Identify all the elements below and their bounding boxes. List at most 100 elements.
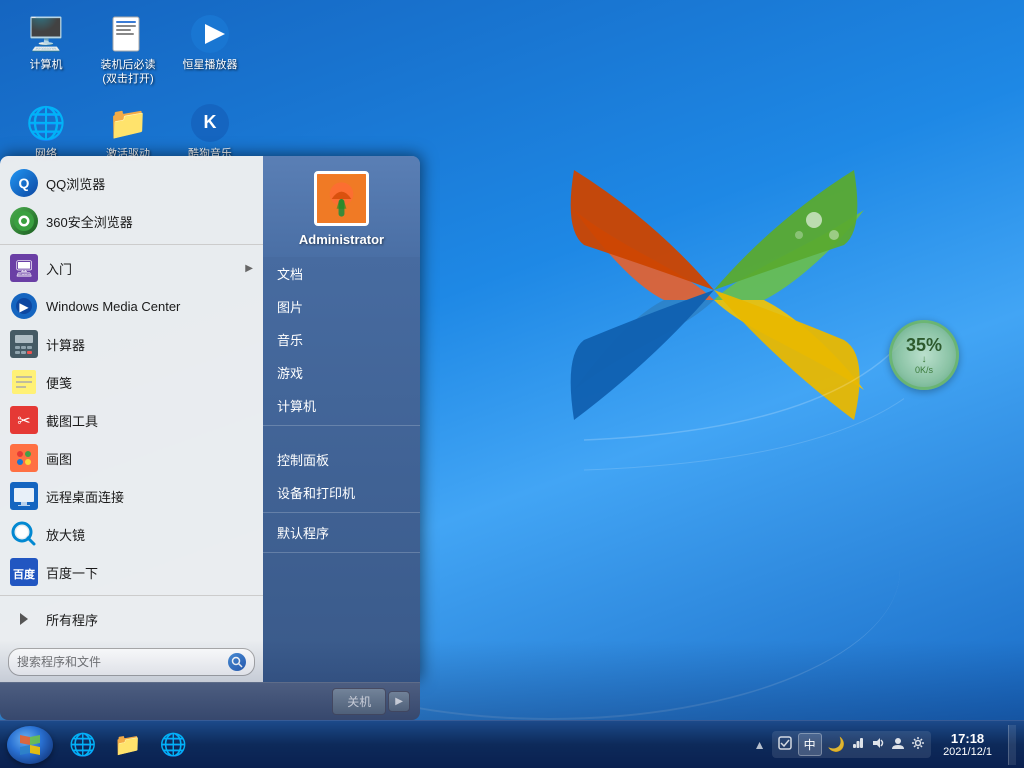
right-menu-games[interactable]: 游戏 [263,356,420,389]
language-button[interactable]: 中 [798,733,822,756]
user-avatar [314,171,369,226]
speed-arrow: ↓ [922,354,927,365]
shutdown-bar: 关机 ▶ [0,682,420,720]
shutdown-arrow-button[interactable]: ▶ [388,691,410,712]
right-menu-pictures[interactable]: 图片 [263,290,420,323]
svg-text:百度: 百度 [13,567,36,581]
360-browser-icon [10,207,38,235]
taskbar-item-ie[interactable]: 🌐 [61,726,104,764]
menu-item-360-browser[interactable]: 360安全浏览器 [0,202,263,240]
right-separator-3 [263,552,420,553]
speed-widget[interactable]: 35% ↓ 0K/s [889,320,959,390]
windows-logo [524,90,904,510]
taskbar-item-ie2[interactable]: 🌐 [152,726,195,764]
menu-item-wmc[interactable]: ▶ Windows Media Center [0,287,263,325]
volume-icon[interactable] [871,736,885,753]
menu-item-notes[interactable]: 便笺 [0,363,263,401]
svg-text:🖥: 🖥 [14,260,34,278]
system-tray: ▲ 中 🌙 [744,721,1024,768]
help-label: 默认程序 [277,523,329,542]
start-menu-items: Q QQ浏览器 360安全浏览器 [0,156,263,642]
rdp-label: 远程桌面连接 [46,487,253,506]
moon-icon[interactable]: 🌙 [828,736,845,753]
music-label: 音乐 [277,330,303,349]
menu-item-intro[interactable]: 🖥 入门 ▶ [0,249,263,287]
menu-item-snipping[interactable]: ✂ 截图工具 [0,401,263,439]
desktop: 🖥️ 计算机 装机后必读(双击打开) [0,0,1024,768]
username: Administrator [299,232,384,247]
svg-text:K: K [204,112,217,132]
menu-item-paint[interactable]: 画图 [0,439,263,477]
start-menu-left: Q QQ浏览器 360安全浏览器 [0,156,263,682]
menu-item-all-programs[interactable]: 所有程序 [0,600,263,638]
desktop-icon-kugou[interactable]: K 酷狗音乐 [174,99,246,165]
taskbar-item-explorer[interactable]: 📁 [106,726,149,764]
right-menu-computer[interactable]: 计算机 [263,389,420,422]
right-menu-music[interactable]: 音乐 [263,323,420,356]
windows-orb-icon [16,731,44,759]
svg-text:▶: ▶ [19,300,29,314]
gear-tray-icon[interactable] [911,736,925,753]
menu-item-qq-browser[interactable]: Q QQ浏览器 [0,164,263,202]
setup-guide-label: 装机后必读(双击打开) [96,58,160,87]
menu-item-rdp[interactable]: 远程桌面连接 [0,477,263,515]
right-menu-default-programs[interactable]: 设备和打印机 [263,476,420,509]
search-input[interactable] [17,655,228,669]
desktop-icon-setup-guide[interactable]: 装机后必读(双击打开) [92,10,164,91]
user-tray-icon[interactable] [891,736,905,753]
wmc-label: Windows Media Center [46,299,253,314]
svg-text:✂: ✂ [17,413,30,430]
right-menu-control-panel[interactable] [263,429,420,443]
desktop-icon-hengxing[interactable]: 恒星播放器 [174,10,246,91]
qq-browser-label: QQ浏览器 [46,174,253,193]
snipping-label: 截图工具 [46,411,253,430]
desktop-icon-activate[interactable]: 📁 激活驱动 [92,99,164,165]
search-button[interactable] [228,653,246,671]
baidu-icon: 百度 [10,558,38,586]
speed-percent: 35% [906,336,942,354]
kugou-icon: K [190,103,230,143]
qq-browser-icon: Q [10,169,38,197]
all-programs-label: 所有程序 [46,610,253,629]
right-separator-1 [263,425,420,426]
right-menu-help[interactable]: 默认程序 [263,516,420,549]
magnify-icon [10,520,38,548]
shutdown-button[interactable]: 关机 [332,688,386,715]
magnify-label: 放大镜 [46,525,253,544]
speed-rate: 0K/s [915,365,933,375]
paint-label: 画图 [46,449,253,468]
devices-label: 控制面板 [277,450,329,469]
start-search[interactable] [8,648,255,676]
menu-item-calculator[interactable]: 计算器 [0,325,263,363]
computer-r-label: 计算机 [277,396,316,415]
taskbar-items: 🌐 📁 🌐 [57,726,744,764]
computer-icon: 🖥️ [26,14,66,54]
snipping-icon: ✂ [10,406,38,434]
user-avatar-image [317,174,366,223]
right-menu-run[interactable] [263,556,420,570]
show-desktop-button[interactable] [1008,725,1016,765]
right-menu-devices[interactable]: 控制面板 [263,443,420,476]
desktop-icon-computer[interactable]: 🖥️ 计算机 [10,10,82,91]
clock-time: 17:18 [951,731,984,746]
action-center-icon[interactable] [778,736,792,753]
wmc-icon: ▶ [10,292,38,320]
right-separator-2 [263,512,420,513]
desktop-icons: 🖥️ 计算机 装机后必读(双击打开) [10,10,246,173]
menu-item-baidu[interactable]: 百度 百度一下 [0,553,263,591]
tray-notify-arrow[interactable]: ▲ [752,737,768,753]
menu-item-magnify[interactable]: 放大镜 [0,515,263,553]
notes-icon [10,368,38,396]
hengxing-label: 恒星播放器 [183,58,238,72]
desktop-icon-row-2: 🌐 网络 📁 激活驱动 K 酷狗音乐 [10,99,246,165]
notes-label: 便笺 [46,373,253,392]
clock-area[interactable]: 17:18 2021/12/1 [935,731,1000,758]
network-icon: 🌐 [26,103,66,143]
start-menu: Q QQ浏览器 360安全浏览器 [0,156,420,720]
taskbar-ie2-icon: 🌐 [160,732,187,758]
desktop-icon-network[interactable]: 🌐 网络 [10,99,82,165]
right-menu-documents[interactable]: 文档 [263,257,420,290]
hengxing-icon [190,14,230,54]
start-button[interactable] [3,725,57,765]
network-tray-icon[interactable] [851,736,865,753]
